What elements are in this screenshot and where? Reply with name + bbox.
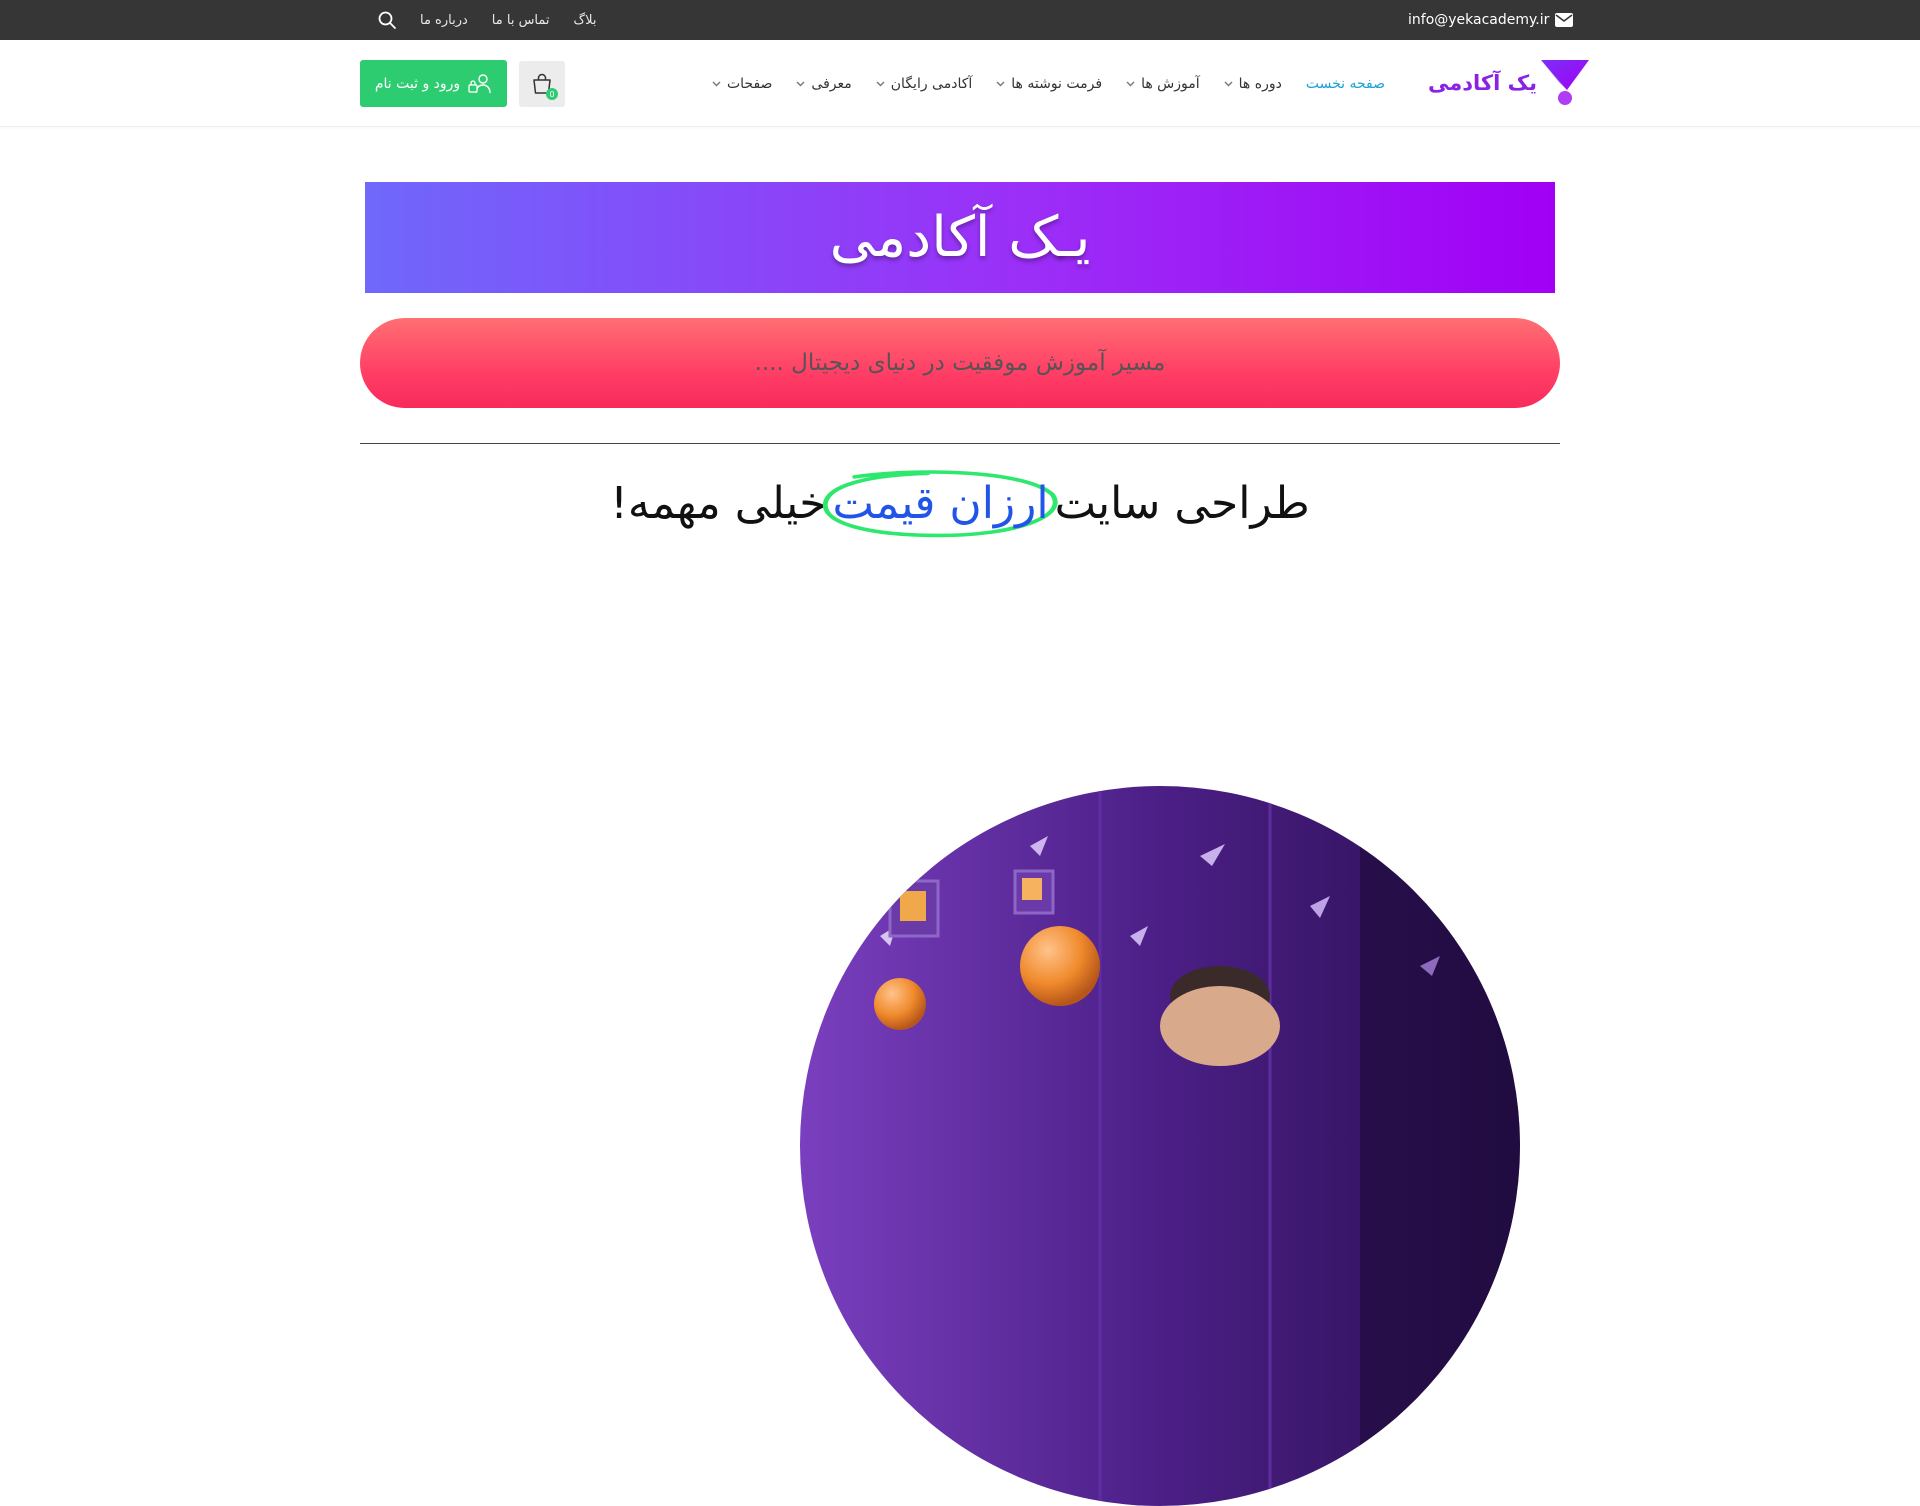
hero-image bbox=[800, 786, 1520, 1506]
nav-item-courses[interactable]: دوره ها bbox=[1212, 76, 1294, 92]
search-icon[interactable] bbox=[377, 10, 397, 30]
nav-item-intro[interactable]: معرفی bbox=[784, 76, 863, 92]
hero-banner: یـک آکادمی bbox=[365, 182, 1555, 293]
login-label: ورود و ثبت نام bbox=[374, 75, 461, 92]
nav-label: صفحه نخست bbox=[1305, 75, 1385, 92]
nav-label: آموزش ها bbox=[1141, 75, 1200, 92]
chevron-down-icon bbox=[876, 81, 885, 86]
login-register-button[interactable]: ورود و ثبت نام bbox=[360, 60, 507, 107]
hero-illustration bbox=[800, 786, 1520, 1506]
site-logo[interactable]: یک آکادمی bbox=[1428, 60, 1590, 106]
nav-item-post-formats[interactable]: فرمت نوشته ها bbox=[984, 76, 1114, 92]
main-nav: صفحه نخست دوره ها آموزش ها فرمت نوشته ها… bbox=[705, 40, 1397, 127]
chevron-down-icon bbox=[712, 81, 721, 86]
tagline-text: مسیر آموزش موفقیت در دنیای دیجیتال .... bbox=[754, 350, 1166, 376]
email-text[interactable]: info@yekacademy.ir bbox=[1408, 12, 1549, 28]
cart-count-badge: 0 bbox=[546, 88, 558, 100]
tagline-banner: مسیر آموزش موفقیت در دنیای دیجیتال .... bbox=[360, 318, 1560, 408]
logo-text[interactable]: یک آکادمی bbox=[1428, 71, 1537, 95]
nav-item-home[interactable]: صفحه نخست bbox=[1294, 76, 1397, 92]
nav-label: معرفی bbox=[811, 75, 852, 92]
headline-after: خیلی مهمه! bbox=[610, 477, 827, 529]
headline-highlight: ارزان قیمت bbox=[832, 477, 1049, 529]
cart-button[interactable]: 0 bbox=[519, 61, 565, 107]
nav-item-free-academy[interactable]: آکادمی رایگان bbox=[864, 76, 985, 92]
chevron-down-icon bbox=[1224, 81, 1233, 86]
contact-email[interactable]: info@yekacademy.ir bbox=[1408, 0, 1574, 40]
top-link-about[interactable]: درباره ما bbox=[420, 13, 468, 28]
section-divider bbox=[360, 443, 1560, 444]
headline: طراحی سایت ارزان قیمت خیلی مهمه! bbox=[560, 468, 1360, 538]
nav-label: صفحات bbox=[726, 75, 773, 92]
top-link-blog[interactable]: بلاگ bbox=[574, 13, 597, 28]
nav-item-pages[interactable]: صفحات bbox=[700, 76, 784, 92]
envelope-icon bbox=[1555, 13, 1574, 27]
nav-label: آکادمی رایگان bbox=[890, 75, 973, 92]
top-bar: info@yekacademy.ir بلاگ تماس با ما دربار… bbox=[0, 0, 1920, 40]
headline-highlight-wrap: ارزان قیمت bbox=[823, 469, 1058, 537]
main-header: یک آکادمی صفحه نخست دوره ها آموزش ها فرم… bbox=[0, 40, 1920, 127]
chevron-down-icon bbox=[796, 81, 805, 86]
chevron-down-icon bbox=[996, 81, 1005, 86]
logo-mark-icon bbox=[1541, 60, 1590, 105]
hero-title: یـک آکادمی bbox=[829, 205, 1091, 270]
nav-label: دوره ها bbox=[1238, 75, 1282, 92]
headline-before: طراحی سایت bbox=[1054, 477, 1310, 529]
chevron-down-icon bbox=[1126, 81, 1135, 86]
top-link-contact[interactable]: تماس با ما bbox=[492, 13, 550, 28]
user-lock-icon bbox=[468, 73, 491, 93]
nav-label: فرمت نوشته ها bbox=[1011, 75, 1103, 92]
nav-item-tutorials[interactable]: آموزش ها bbox=[1114, 76, 1212, 92]
top-links: بلاگ تماس با ما درباره ما bbox=[420, 0, 597, 40]
